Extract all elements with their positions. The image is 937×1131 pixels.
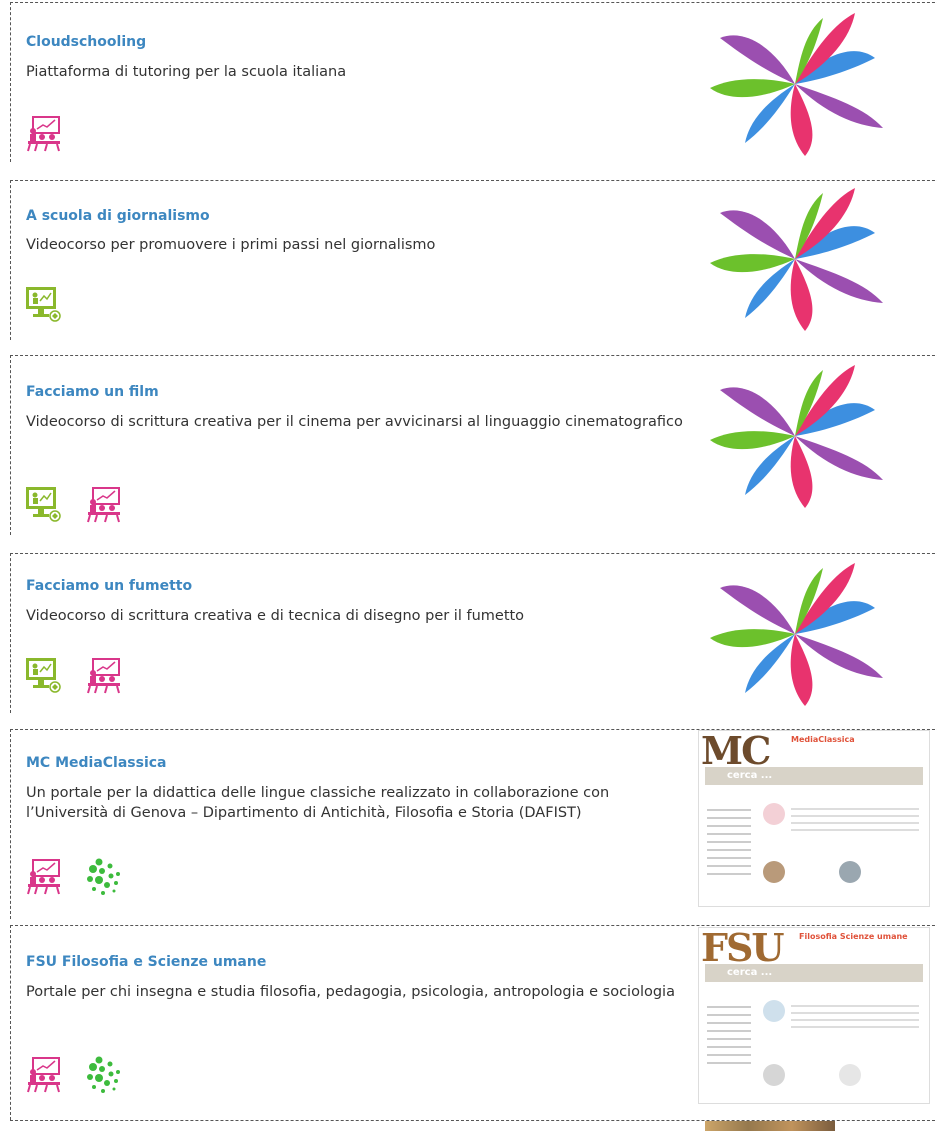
classroom-icon [27, 1057, 60, 1093]
item-description: Videocorso di scrittura creativa e di te… [26, 608, 525, 624]
item-title[interactable]: A scuola di giornalismo [26, 208, 210, 224]
video-course-icon [26, 658, 61, 693]
item-title[interactable]: MC MediaClassica [26, 755, 167, 771]
site-screenshot-thumbnail[interactable]: MC MediaClassica cerca ... [698, 730, 930, 907]
item-title[interactable]: Cloudschooling [26, 34, 146, 50]
item-description: Videocorso per promuovere i primi passi … [26, 237, 436, 253]
item-description: Videocorso di scrittura creativa per il … [26, 414, 683, 430]
thumb-image [763, 861, 785, 883]
thumb-searchbar: cerca ... [705, 767, 923, 785]
item-description: Un portale per la didattica delle lingue… [26, 785, 610, 821]
thumb-image [839, 861, 861, 883]
next-item-thumbnail-peek [705, 1121, 835, 1131]
dots-network-icon [87, 858, 120, 895]
thumb-image [763, 803, 785, 825]
item-description: Portale per chi insegna e studia filosof… [26, 984, 675, 1000]
item-title[interactable]: FSU Filosofia e Scienze umane [26, 954, 266, 970]
thumb-searchbar: cerca ... [705, 964, 923, 982]
ribbon-logo-thumbnail[interactable] [705, 360, 885, 512]
thumb-logo: MC [701, 730, 771, 773]
thumb-image [839, 1064, 861, 1086]
thumb-sidebar [707, 803, 751, 881]
ribbon-logo-thumbnail[interactable] [705, 8, 885, 160]
video-course-icon [26, 487, 61, 522]
thumb-sidebar [707, 1000, 751, 1070]
thumb-brand: MediaClassica [791, 735, 855, 744]
classroom-icon [27, 859, 60, 895]
item-title[interactable]: Facciamo un film [26, 384, 159, 400]
thumb-content [791, 803, 919, 836]
ribbon-logo-thumbnail[interactable] [705, 558, 885, 710]
thumb-logo: FSU [701, 927, 785, 970]
item-description: Piattaforma di tutoring per la scuola it… [26, 64, 347, 80]
thumb-search-label: cerca ... [727, 770, 773, 781]
classroom-icon [87, 658, 120, 694]
classroom-icon [87, 487, 120, 523]
thumb-content [791, 1000, 919, 1033]
thumb-image [763, 1064, 785, 1086]
classroom-icon [27, 116, 60, 152]
ribbon-logo-thumbnail[interactable] [705, 183, 885, 335]
dots-network-icon [87, 1056, 120, 1093]
site-screenshot-thumbnail[interactable]: FSU Filosofia Scienze umane cerca ... [698, 927, 930, 1104]
thumb-search-label: cerca ... [727, 967, 773, 978]
item-title[interactable]: Facciamo un fumetto [26, 578, 192, 594]
thumb-image [763, 1000, 785, 1022]
video-course-icon [26, 287, 61, 322]
thumb-brand: Filosofia Scienze umane [799, 932, 908, 941]
